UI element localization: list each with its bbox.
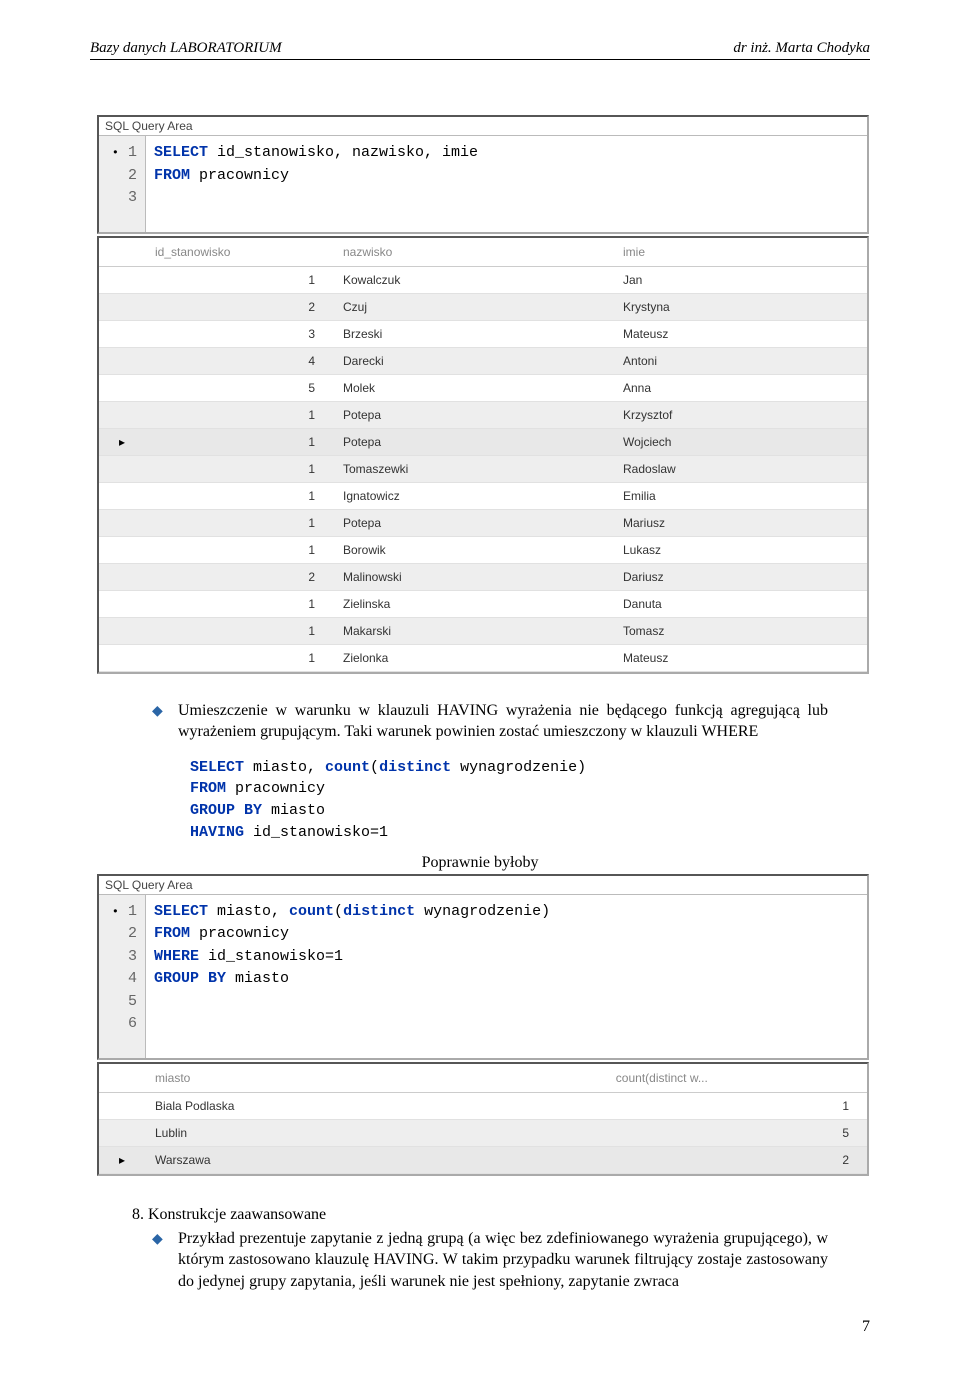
table-row[interactable]: 2MalinowskiDariusz [99, 564, 867, 591]
page-number: 7 [90, 1318, 870, 1336]
table-row[interactable]: 1KowalczukJan [99, 267, 867, 294]
table-row[interactable]: 3BrzeskiMateusz [99, 321, 867, 348]
sql-editor[interactable]: • 1 2 3 SELECT id_stanowisko, nazwisko, … [99, 135, 867, 232]
header-right: dr inż. Marta Chodyka [733, 40, 870, 57]
table-row[interactable]: 2CzujKrystyna [99, 294, 867, 321]
table-row[interactable]: 1BorowikLukasz [99, 537, 867, 564]
table-row[interactable]: 5MolekAnna [99, 375, 867, 402]
table-row[interactable]: 1IgnatowiczEmilia [99, 483, 867, 510]
table-row[interactable]: 1TomaszewkiRadoslaw [99, 456, 867, 483]
table-row[interactable]: 1ZielinskaDanuta [99, 591, 867, 618]
section-8-body: ◆ Przykład prezentuje zapytanie z jedną … [152, 1228, 828, 1293]
table-row[interactable]: ▸Warszawa2 [99, 1147, 867, 1174]
sql-editor-2[interactable]: • 1 2 3 4 5 6 SELECT miasto, count(disti… [99, 894, 867, 1058]
table-row[interactable]: 1ZielonkaMateusz [99, 645, 867, 672]
result-grid-1: id_stanowiskonazwiskoimie1KowalczukJan2C… [97, 236, 869, 674]
query-area-title: SQL Query Area [99, 117, 867, 135]
table-row[interactable]: 1PotepaMariusz [99, 510, 867, 537]
table-row[interactable]: 1PotepaKrzysztof [99, 402, 867, 429]
table-row[interactable]: Lublin5 [99, 1120, 867, 1147]
table-row[interactable]: 1MakarskiTomasz [99, 618, 867, 645]
bullet-icon: ◆ [152, 1228, 168, 1293]
section-8-text: Przykład prezentuje zapytanie z jedną gr… [178, 1228, 828, 1293]
query-area-title-2: SQL Query Area [99, 876, 867, 894]
header-left: Bazy danych LABORATORIUM [90, 40, 282, 57]
center-label: Poprawnie byłoby [90, 854, 870, 872]
paragraph-text: Umieszczenie w warunku w klauzuli HAVING… [178, 700, 828, 743]
sql-code-sample: SELECT miasto, count(distinct wynagrodze… [190, 757, 870, 844]
table-row[interactable]: Biala Podlaska1 [99, 1093, 867, 1120]
table-row[interactable]: 4DareckiAntoni [99, 348, 867, 375]
bullet-icon: ◆ [152, 700, 168, 743]
table-row[interactable]: ▸1PotepaWojciech [99, 429, 867, 456]
result-grid-2: miastocount(distinct w...Biala Podlaska1… [97, 1062, 869, 1176]
query-panel-1: SQL Query Area • 1 2 3 SELECT id_stanowi… [90, 115, 870, 674]
page-header: Bazy danych LABORATORIUM dr inż. Marta C… [90, 40, 870, 60]
section-8-heading: 8. Konstrukcje zaawansowane [132, 1206, 828, 1224]
paragraph-having-note: ◆ Umieszczenie w warunku w klauzuli HAVI… [152, 700, 828, 743]
query-panel-2: SQL Query Area • 1 2 3 4 5 6 SELECT mias… [90, 874, 870, 1176]
